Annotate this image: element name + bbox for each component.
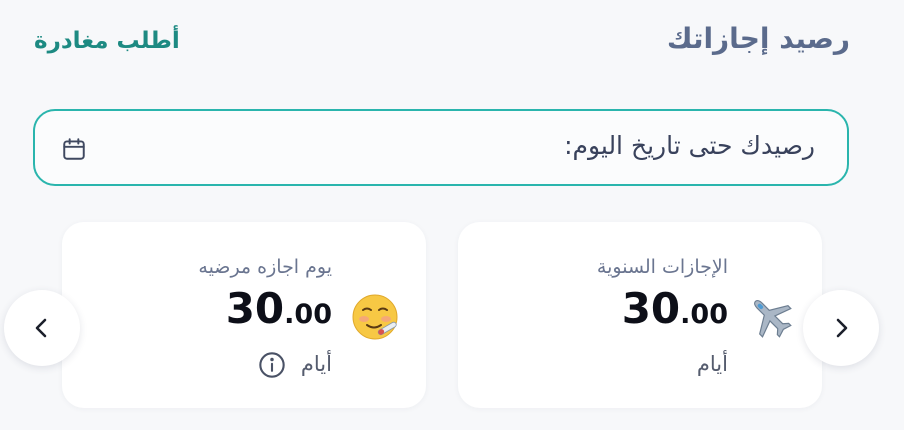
balance-date-field[interactable]: رصيدك حتى تاريخ اليوم:	[33, 109, 849, 186]
page-title: رصيد إجازاتك	[666, 22, 850, 55]
annual-leave-balance: 30.00	[622, 284, 728, 333]
chevron-right-icon	[836, 318, 848, 338]
annual-leave-title: الإجازات السنوية	[596, 256, 728, 278]
sick-leave-balance: 30.00	[226, 284, 332, 333]
sick-leave-title: يوم اجازه مرضيه	[198, 256, 332, 278]
request-leave-link[interactable]: أطلب مغادرة	[34, 28, 180, 54]
sick-leave-unit: أيام	[300, 352, 332, 376]
previous-button[interactable]	[4, 290, 80, 366]
sick-face-icon	[352, 294, 398, 340]
balance-date-label: رصيدك حتى تاريخ اليوم:	[564, 131, 815, 160]
calendar-icon[interactable]	[61, 136, 87, 162]
sick-leave-balance-int: 30	[225, 284, 285, 333]
next-button[interactable]	[803, 290, 879, 366]
annual-leave-card: الإجازات السنوية 30.00 أيام	[458, 222, 822, 408]
sick-leave-balance-dec: .00	[284, 299, 332, 330]
annual-leave-balance-int: 30	[621, 284, 681, 333]
chevron-left-icon	[35, 318, 47, 338]
annual-leave-balance-dec: .00	[680, 299, 728, 330]
info-icon[interactable]	[258, 351, 286, 379]
sick-leave-card: يوم اجازه مرضيه 30.00 أيام	[62, 222, 426, 408]
airplane-icon	[754, 300, 792, 338]
annual-leave-unit: أيام	[696, 352, 728, 376]
